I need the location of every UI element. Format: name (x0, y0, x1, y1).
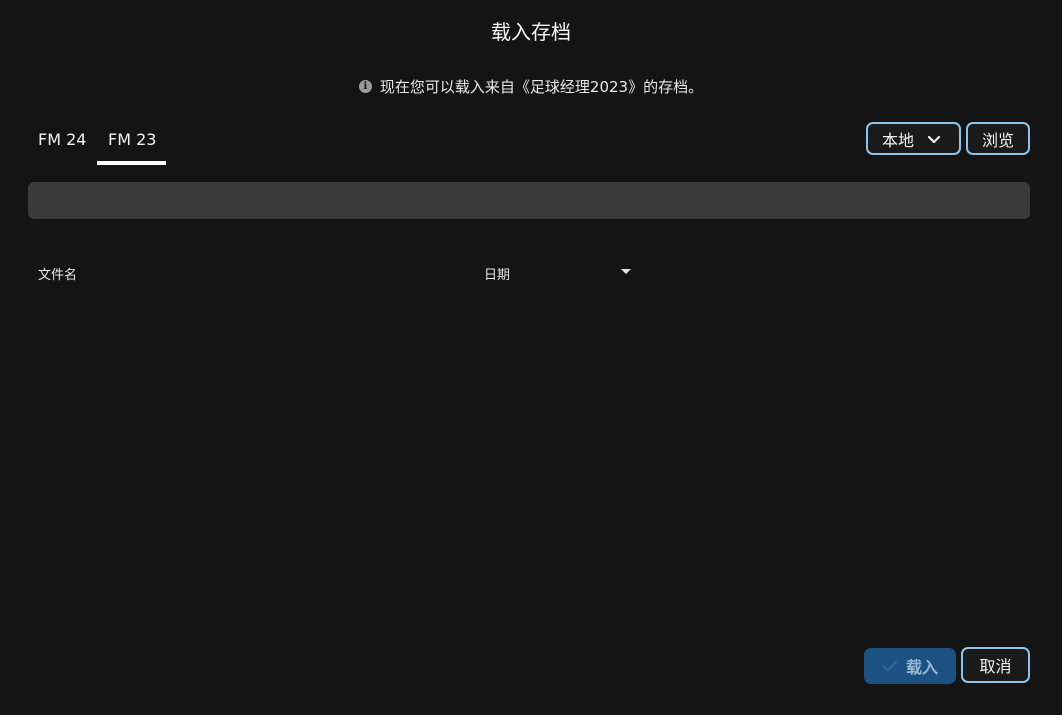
check-icon (882, 660, 898, 672)
tab-fm24[interactable]: FM 24 (38, 130, 86, 149)
column-header-date[interactable]: 日期 (484, 264, 510, 283)
load-button-label: 载入 (905, 658, 938, 677)
chevron-down-icon (927, 135, 941, 143)
search-input[interactable] (28, 182, 1030, 219)
tab-selected-indicator (97, 161, 166, 165)
sort-desc-icon[interactable] (621, 269, 631, 274)
tab-fm23[interactable]: FM 23 (108, 130, 156, 149)
source-dropdown[interactable]: 本地 (866, 122, 961, 155)
info-text: 现在您可以载入来自《足球经理2023》的存档。 (379, 78, 704, 96)
browse-button[interactable]: 浏览 (966, 122, 1030, 155)
source-dropdown-label: 本地 (882, 130, 915, 150)
cancel-button[interactable]: 取消 (961, 647, 1030, 683)
column-header-filename[interactable]: 文件名 (38, 264, 77, 283)
dialog-title: 载入存档 (491, 20, 571, 44)
info-icon: i (358, 80, 372, 93)
load-button[interactable]: 载入 (864, 648, 956, 684)
info-message: i 现在您可以载入来自《足球经理2023》的存档。 (0, 76, 1062, 97)
